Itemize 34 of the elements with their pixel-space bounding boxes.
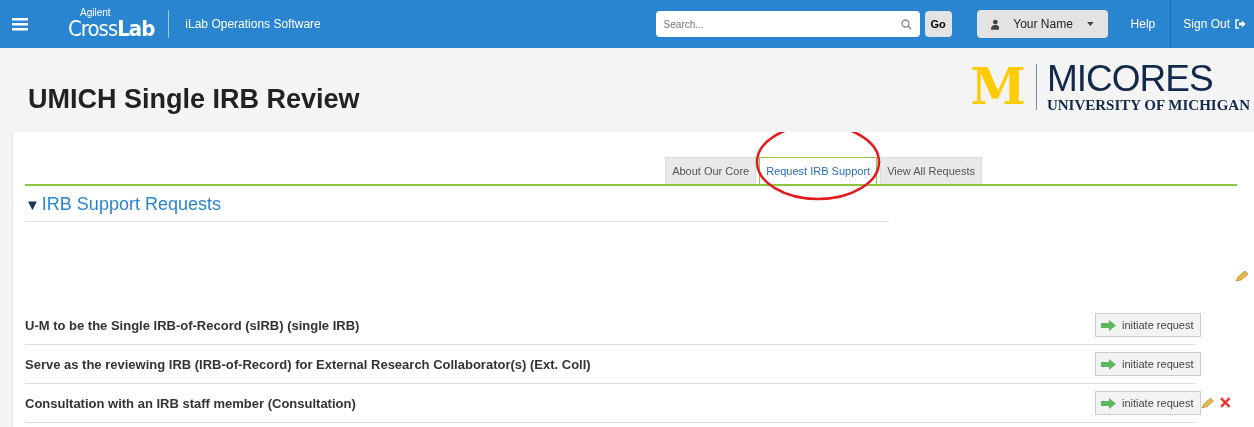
- search-field[interactable]: Search...: [655, 11, 920, 37]
- logo-name: MICORES: [1046, 60, 1214, 97]
- person-icon: [990, 18, 1000, 30]
- request-name: Consultation with an IRB staff member (Consultation): [25, 395, 356, 411]
- caret-icon: [1086, 22, 1094, 26]
- brand-name-small: Agilent: [80, 8, 112, 18]
- pencil-icon[interactable]: [1201, 397, 1215, 409]
- initiate-request-button[interactable]: initiate request: [1095, 352, 1201, 376]
- menu-icon[interactable]: [12, 17, 28, 31]
- arrow-icon: [1101, 358, 1116, 370]
- tab[interactable]: Request IRB Support: [759, 157, 878, 184]
- help-link[interactable]: Help: [1130, 17, 1156, 31]
- user-menu-button[interactable]: Your Name: [976, 10, 1108, 38]
- sign-out-icon: [1235, 19, 1246, 29]
- initiate-request-button[interactable]: initiate request: [1095, 313, 1201, 337]
- request-name: U-M to be the Single IRB-of-Record (sIRB) (single IRB): [25, 317, 360, 333]
- logo-subtitle: UNIVERSITY OF MICHIGAN: [1046, 97, 1250, 114]
- section-heading[interactable]: ▼IRB Support Requests: [25, 194, 889, 222]
- page-title: UMICH Single IRB Review: [28, 82, 360, 115]
- pencil-icon[interactable]: [1235, 270, 1249, 282]
- arrow-icon: [1101, 319, 1116, 331]
- block-m-logo: M: [970, 62, 1026, 112]
- tab[interactable]: View All Requests: [880, 157, 982, 184]
- request-name: Serve as the reviewing IRB (IRB-of-Record) for External Research Collaborator(s) (Ext. Coll): [25, 356, 591, 372]
- initiate-request-button[interactable]: initiate request: [1095, 391, 1201, 415]
- delete-icon[interactable]: [1220, 397, 1231, 408]
- arrow-icon: [1101, 397, 1116, 409]
- app-name: iLab Operations Software: [185, 17, 321, 31]
- search-icon: [900, 19, 912, 30]
- brand-logo: CrossLab: [68, 18, 155, 40]
- go-button[interactable]: Go: [924, 11, 952, 37]
- tab[interactable]: About Our Core: [665, 157, 757, 184]
- sign-out-link[interactable]: Sign Out: [1170, 0, 1254, 48]
- user-name: Your Name: [1013, 17, 1073, 31]
